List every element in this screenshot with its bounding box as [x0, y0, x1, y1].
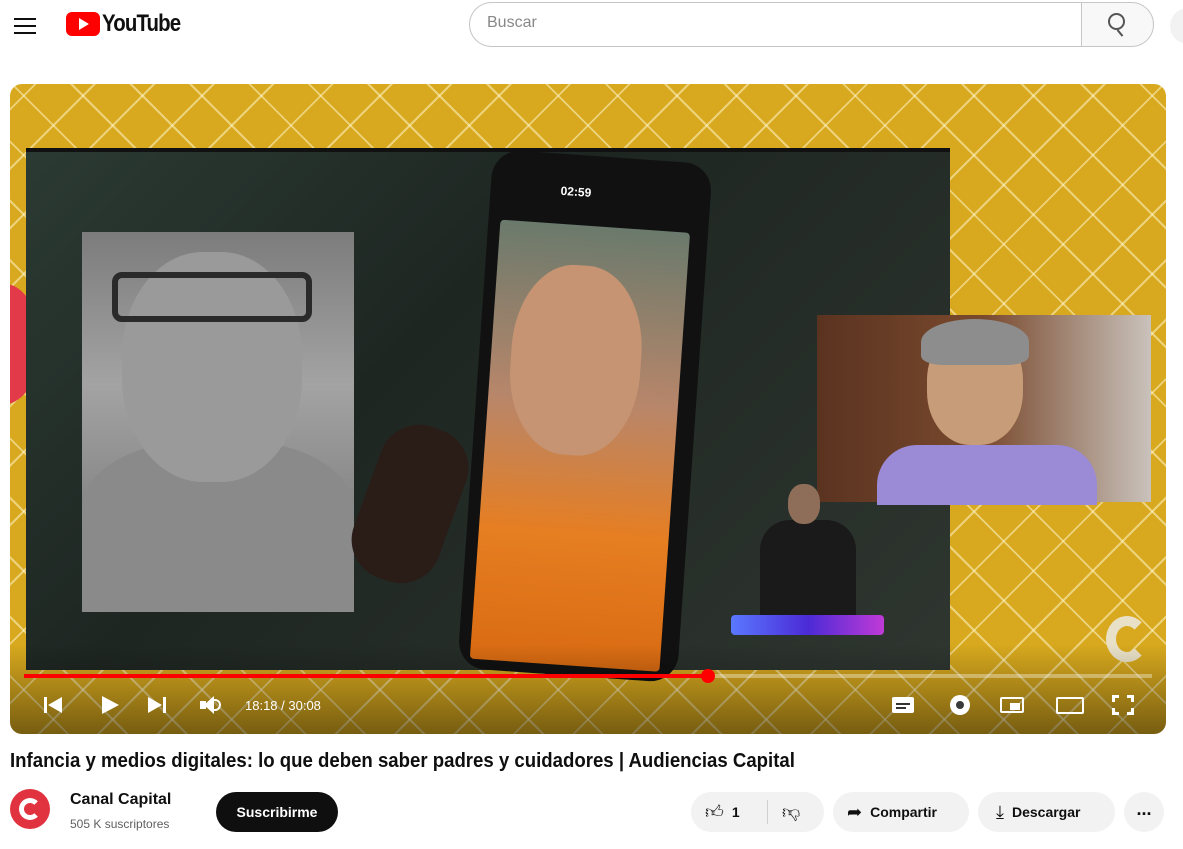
- subtitles-icon[interactable]: [892, 691, 916, 719]
- phone-image: 02:59: [457, 148, 713, 684]
- controls-gradient: [10, 644, 1166, 734]
- like-icon: 👍︎: [705, 802, 724, 822]
- download-button[interactable]: ⤓ Descargar: [978, 792, 1115, 832]
- progress-scrubber[interactable]: [700, 669, 715, 683]
- progress-bar[interactable]: [24, 669, 1152, 683]
- like-dislike-group: 👍︎ 1 👎︎: [691, 792, 824, 832]
- next-icon[interactable]: [148, 691, 170, 719]
- previous-icon[interactable]: [44, 691, 66, 719]
- phone-clock: 02:59: [560, 183, 592, 200]
- video-title: Infancia y medios digitales: lo que debe…: [10, 750, 795, 772]
- dislike-button[interactable]: 👎︎: [768, 792, 824, 832]
- youtube-logo-text: YouTube: [102, 10, 181, 37]
- dislike-icon: 👎︎: [782, 802, 801, 822]
- channel-name[interactable]: Canal Capital: [70, 791, 171, 809]
- share-label: Compartir: [870, 804, 937, 820]
- more-icon[interactable]: ...: [1124, 792, 1164, 832]
- sign-language-interpreter: [760, 484, 856, 616]
- search-input[interactable]: Buscar: [469, 2, 1081, 47]
- video-player[interactable]: 02:59 18:18 / 30:08: [10, 84, 1166, 734]
- youtube-logo[interactable]: YouTube: [66, 10, 194, 38]
- top-bar: YouTube Buscar: [0, 0, 1183, 52]
- subscribe-button[interactable]: Suscribirme: [216, 792, 338, 832]
- volume-icon[interactable]: [200, 691, 226, 719]
- download-label: Descargar: [1011, 804, 1081, 820]
- download-icon: ⤓: [996, 801, 1004, 822]
- channel-avatar[interactable]: [10, 789, 50, 829]
- like-button[interactable]: 👍︎ 1: [691, 792, 767, 832]
- mic-icon[interactable]: [1170, 8, 1183, 44]
- interpreter-name-bar: [731, 615, 884, 635]
- time-display: 18:18 / 30:08: [245, 698, 321, 713]
- boy-photo: [82, 232, 354, 612]
- share-button[interactable]: ➦ Compartir: [833, 792, 969, 832]
- progress-played: [24, 674, 708, 678]
- play-icon[interactable]: [100, 691, 122, 719]
- menu-icon[interactable]: [14, 16, 36, 36]
- fullscreen-icon[interactable]: [1112, 691, 1134, 719]
- youtube-logo-icon: [66, 12, 100, 36]
- theater-icon[interactable]: [1056, 691, 1084, 719]
- like-count: 1: [731, 804, 740, 820]
- search-button[interactable]: [1081, 2, 1154, 47]
- miniplayer-icon[interactable]: [1000, 691, 1026, 719]
- settings-icon[interactable]: [948, 691, 972, 719]
- share-icon: ➦: [847, 801, 863, 822]
- presenter-inset: [817, 315, 1151, 505]
- search-icon: [1108, 13, 1125, 30]
- subscriber-count: 505 K suscriptores: [70, 817, 170, 831]
